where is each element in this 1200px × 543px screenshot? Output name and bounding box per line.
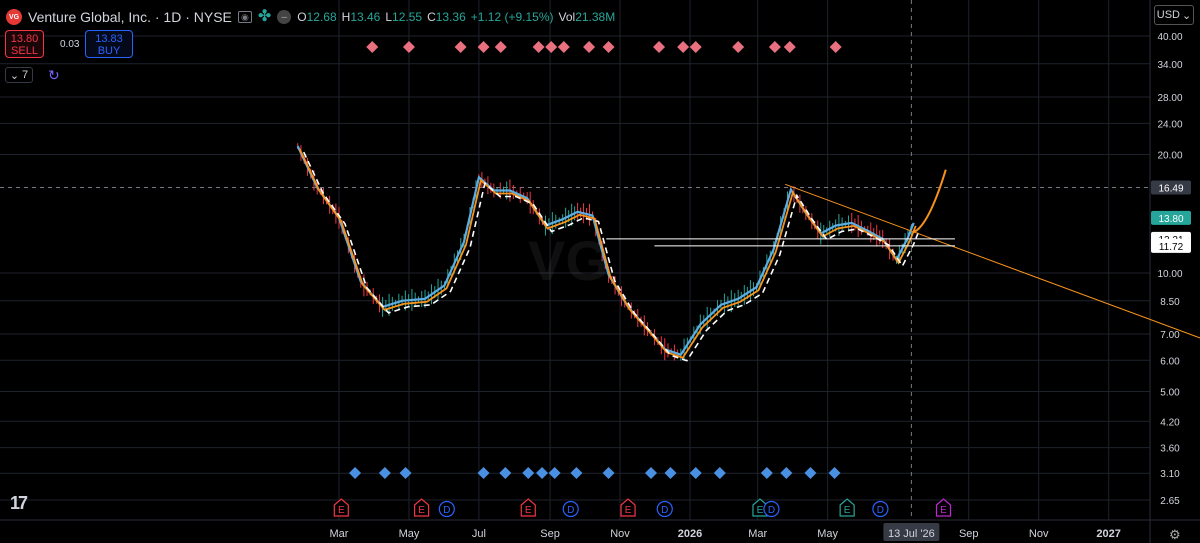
chevron-down-icon: ⌄ — [9, 69, 20, 82]
currency-selector[interactable]: USD ⌄ — [1154, 5, 1194, 25]
price-tick-label: 40.00 — [1157, 32, 1182, 43]
event-label: E — [338, 505, 345, 516]
tradingview-logo[interactable]: 17 — [10, 493, 28, 514]
eye-icon[interactable]: ◉ — [237, 11, 252, 23]
price-tick-label: 6.00 — [1160, 356, 1180, 367]
sell-label: SELL — [11, 45, 38, 57]
refresh-icon[interactable]: ↻ — [48, 67, 60, 84]
time-tick-label: Jul — [472, 528, 486, 540]
company-logo: VG — [6, 9, 22, 25]
event-label: D — [443, 505, 450, 516]
currency-label: USD — [1156, 9, 1180, 21]
time-tick-label: May — [817, 528, 838, 540]
ohlc-values: O 12.68 H 13.46 L 12.55 C 13.36 +1.12 (+9.15… — [297, 10, 616, 24]
indicators-count: 7 — [22, 69, 29, 81]
time-tick-label: Nov — [1029, 528, 1049, 540]
time-tick-label: May — [399, 528, 420, 540]
buy-label: BUY — [97, 45, 121, 57]
price-tick-label: 24.00 — [1157, 119, 1182, 130]
price-tick-label: 34.00 — [1157, 60, 1182, 71]
hide-icon[interactable]: – — [277, 10, 292, 24]
price-tick-label: 10.00 — [1157, 269, 1182, 280]
price-tick-label: 5.00 — [1160, 387, 1180, 398]
time-tick-label: 2026 — [678, 528, 702, 540]
event-label: E — [525, 505, 532, 516]
price-tick-label: 3.10 — [1160, 469, 1180, 480]
event-label: E — [757, 505, 764, 516]
settings-icon[interactable]: ⚙ — [1169, 527, 1181, 543]
event-label: D — [661, 505, 668, 516]
symbol-title[interactable]: Venture Global, Inc. · 1D · NYSE — [28, 9, 232, 25]
price-label: 13.80 — [1158, 214, 1183, 225]
symbol-legend: VG Venture Global, Inc. · 1D · NYSE ◉ ✤ … — [6, 7, 620, 27]
time-tick-label: Mar — [330, 528, 349, 540]
sell-price: 13.80 — [10, 33, 39, 45]
time-tick-label: Sep — [959, 528, 979, 540]
buy-price: 13.83 — [95, 33, 123, 45]
sell-button[interactable]: 13.80 SELL — [5, 30, 44, 58]
buy-button[interactable]: 13.83 BUY — [85, 30, 133, 58]
price-tick-label: 28.00 — [1157, 93, 1182, 104]
price-tick-label: 7.00 — [1160, 330, 1180, 341]
event-label: E — [940, 505, 947, 516]
price-label: 11.72 — [1159, 242, 1184, 253]
chevron-down-icon: ⌄ — [1182, 9, 1192, 22]
event-label: E — [418, 505, 425, 516]
time-tick-label: Mar — [748, 528, 767, 540]
price-tick-label: 4.20 — [1160, 417, 1180, 428]
event-label: E — [844, 505, 851, 516]
time-tick-label: 2027 — [1096, 528, 1120, 540]
price-label: 16.49 — [1158, 183, 1183, 194]
time-tick-label: 13 Jul '26 — [888, 528, 935, 540]
event-label: D — [877, 505, 884, 516]
event-label: D — [768, 505, 775, 516]
clover-icon[interactable]: ✤ — [258, 9, 271, 25]
price-tick-label: 2.65 — [1160, 496, 1180, 507]
price-tick-label: 8.50 — [1160, 297, 1180, 308]
event-label: E — [625, 505, 632, 516]
time-tick-label: Nov — [610, 528, 630, 540]
price-tick-label: 3.60 — [1160, 444, 1180, 455]
symbol-watermark: VG — [528, 229, 609, 292]
time-tick-label: Sep — [540, 528, 560, 540]
spread-value: 0.03 — [60, 39, 80, 50]
event-label: D — [567, 505, 574, 516]
price-tick-label: 20.00 — [1157, 150, 1182, 161]
indicators-toggle[interactable]: ⌄ 7 — [5, 67, 33, 83]
